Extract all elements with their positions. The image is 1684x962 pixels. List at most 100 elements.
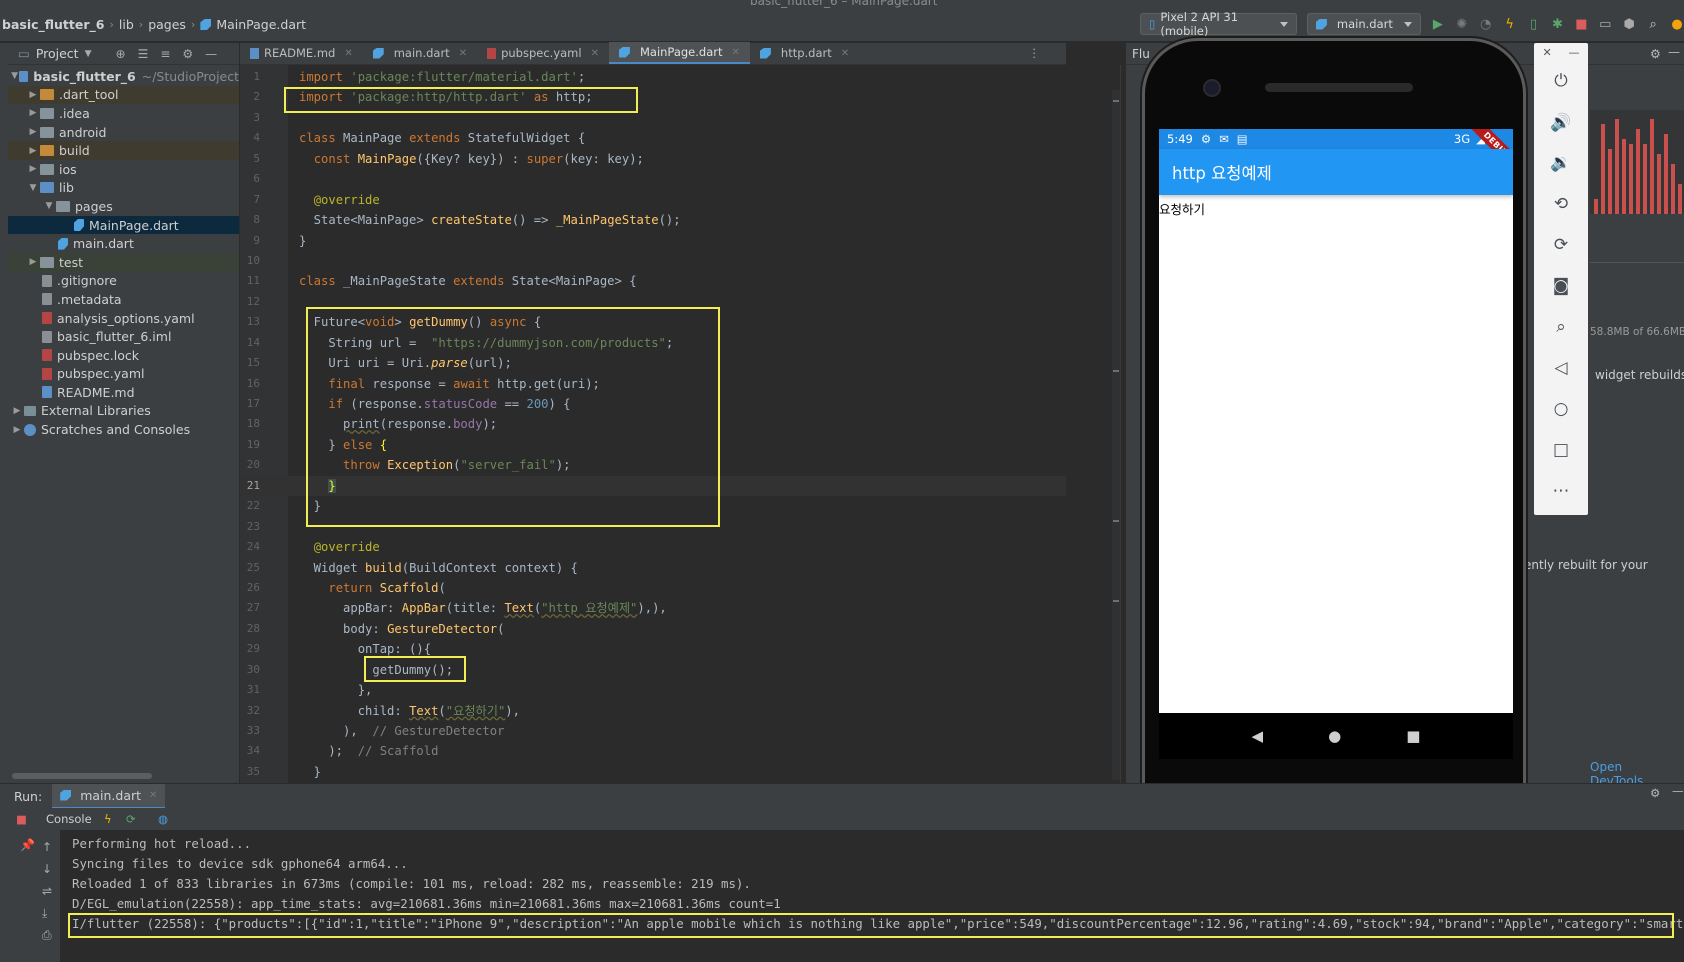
breadcrumb-project[interactable]: basic_flutter_6 — [2, 17, 104, 32]
console-output[interactable]: Performing hot reload... Syncing files t… — [60, 830, 1684, 962]
tree-item-iml[interactable]: basic_flutter_6.iml — [8, 327, 239, 346]
minimize-icon[interactable]: — — [1668, 45, 1680, 59]
code-lines[interactable]: 1 import 'package:flutter/material.dart';… — [240, 67, 1066, 782]
gear-icon[interactable]: ⚙ — [1650, 786, 1660, 800]
tree-item-main-dart[interactable]: main.dart — [8, 234, 239, 253]
chevron-right-icon[interactable]: ▶ — [10, 406, 24, 416]
request-button-text[interactable]: 요청하기 — [1159, 199, 1205, 218]
more-icon[interactable]: ⋯ — [1549, 479, 1573, 503]
zoom-icon[interactable]: ⌕ — [1549, 315, 1573, 339]
gear-icon[interactable]: ⚙ — [182, 47, 193, 61]
tree-item-pubspec-yaml[interactable]: pubspec.yaml — [8, 365, 239, 384]
home-icon[interactable]: ○ — [1549, 397, 1573, 421]
breadcrumb-lib[interactable]: lib — [119, 17, 134, 32]
camera-icon[interactable]: ◙ — [1549, 274, 1573, 298]
update-icon[interactable]: ● — [1670, 16, 1684, 32]
tree-item-idea[interactable]: ▶ .idea — [8, 104, 239, 123]
scroll-to-end-icon[interactable]: ⤓ — [42, 906, 47, 921]
chevron-right-icon[interactable]: ▶ — [26, 108, 40, 118]
tree-item-metadata[interactable]: .metadata — [8, 290, 239, 309]
nav-recents-icon[interactable]: ■ — [1406, 727, 1420, 745]
console-tab[interactable]: Console — [46, 812, 92, 826]
gear-icon[interactable]: ⚙ — [1650, 47, 1661, 61]
close-icon[interactable]: ✕ — [732, 47, 740, 58]
tree-item-ios[interactable]: ▶ ios — [8, 160, 239, 179]
tree-item-scratches[interactable]: ▶ Scratches and Consoles — [8, 420, 239, 439]
chevron-down-icon[interactable]: ▼ — [42, 201, 56, 211]
tree-item-mainpage-dart[interactable]: MainPage.dart — [8, 215, 239, 235]
attach-debugger-icon[interactable]: ✱ — [1551, 16, 1565, 32]
run-icon[interactable]: ▶ — [1431, 16, 1445, 32]
nav-back-icon[interactable]: ◀ — [1252, 727, 1264, 745]
breadcrumb-file[interactable]: MainPage.dart — [216, 17, 306, 32]
hot-reload-icon[interactable]: ϟ — [1503, 16, 1517, 32]
project-panel-scrollbar[interactable] — [12, 773, 152, 779]
close-icon[interactable]: ✕ — [344, 48, 352, 59]
tree-item-test[interactable]: ▶ test — [8, 252, 239, 272]
locate-icon[interactable]: ⊕ — [116, 47, 126, 61]
debug-icon[interactable]: ✺ — [1455, 16, 1469, 32]
chevron-down-icon[interactable]: ▼ — [10, 71, 19, 81]
close-icon[interactable]: ✕ — [1542, 46, 1551, 59]
project-view-selector[interactable]: Project — [36, 46, 79, 61]
tree-item-android[interactable]: ▶ android — [8, 123, 239, 142]
chevron-right-icon[interactable]: ▶ — [26, 127, 40, 137]
device-manager-icon[interactable]: ▭ — [1598, 16, 1612, 32]
close-icon[interactable]: ✕ — [459, 48, 467, 59]
tree-item-external-libraries[interactable]: ▶ External Libraries — [8, 402, 239, 421]
hot-restart-icon[interactable]: ⟳ — [126, 812, 136, 826]
back-icon[interactable]: ◁ — [1549, 356, 1573, 380]
phone-screen[interactable]: 5:49 ⚙ ✉ ▤ 3G ◢ DEBUG http 요청예제 요청하기 — [1159, 129, 1513, 713]
arrow-down-icon[interactable]: ↓ — [42, 862, 52, 876]
tree-item-lib[interactable]: ▼ lib — [8, 179, 239, 198]
run-config-selector[interactable]: main.dart — [1306, 13, 1421, 35]
run-tab-main-dart[interactable]: main.dart ✕ — [52, 783, 166, 809]
volume-down-icon[interactable]: 🔉 — [1549, 151, 1573, 175]
chevron-right-icon[interactable]: ▶ — [26, 146, 40, 156]
rotate-right-icon[interactable]: ⟳ — [1549, 233, 1573, 257]
tree-item-readme[interactable]: README.md — [8, 383, 239, 402]
chevron-right-icon[interactable]: ▶ — [26, 164, 40, 174]
power-icon[interactable]: ⏻ — [1549, 69, 1573, 93]
minimize-icon[interactable]: — — [205, 47, 217, 61]
print-icon[interactable]: ⎙ — [42, 928, 52, 943]
chevron-right-icon[interactable]: ▶ — [10, 425, 24, 435]
editor-scrollbar[interactable] — [1112, 90, 1120, 780]
tree-item-build[interactable]: ▶ build — [8, 141, 239, 160]
breadcrumb-pages[interactable]: pages — [148, 17, 186, 32]
profile-icon[interactable]: ◔ — [1479, 16, 1493, 32]
tree-item-root[interactable]: ▼ basic_flutter_6 ~/StudioProject — [8, 67, 239, 86]
collapse-all-icon[interactable]: ≡ — [160, 47, 170, 61]
minimize-icon[interactable]: — — [1672, 784, 1684, 798]
overview-icon[interactable]: □ — [1549, 438, 1573, 462]
more-options-icon[interactable]: ⋮ — [1029, 46, 1041, 60]
nav-home-icon[interactable]: ● — [1328, 727, 1341, 745]
pin-icon[interactable]: 📌 — [20, 838, 35, 852]
close-icon[interactable]: ✕ — [591, 48, 599, 59]
arrow-up-icon[interactable]: ↑ — [42, 840, 52, 854]
tab-pubspec[interactable]: pubspec.yaml ✕ — [477, 42, 609, 64]
tab-http-dart[interactable]: http.dart ✕ — [750, 42, 859, 64]
tree-item-dart-tool[interactable]: ▶ .dart_tool — [8, 85, 239, 105]
expand-all-icon[interactable]: ☰ — [138, 47, 149, 61]
sdk-manager-icon[interactable]: ⬢ — [1622, 16, 1636, 32]
tree-item-pages[interactable]: ▼ pages — [8, 197, 239, 216]
tab-main-dart[interactable]: main.dart ✕ — [363, 42, 477, 64]
device-selector[interactable]: ▯ Pixel 2 API 31 (mobile) — [1140, 10, 1297, 38]
rotate-left-icon[interactable]: ⟲ — [1549, 192, 1573, 216]
device-file-icon[interactable]: ▯ — [1527, 16, 1541, 32]
chevron-down-icon[interactable]: ▼ — [85, 49, 92, 59]
stop-icon[interactable]: ■ — [1574, 16, 1588, 32]
tab-readme[interactable]: README.md ✕ — [240, 42, 363, 64]
tree-item-pubspec-lock[interactable]: pubspec.lock — [8, 346, 239, 365]
volume-up-icon[interactable]: 🔊 — [1549, 111, 1573, 135]
chevron-down-icon[interactable]: ▼ — [26, 183, 40, 193]
close-icon[interactable]: ✕ — [149, 790, 157, 801]
hot-reload-icon[interactable]: ϟ — [104, 812, 112, 826]
close-icon[interactable]: ✕ — [841, 48, 849, 59]
chevron-right-icon[interactable]: ▶ — [26, 90, 40, 100]
tree-item-analysis-options[interactable]: analysis_options.yaml — [8, 309, 239, 328]
stop-icon[interactable]: ■ — [16, 812, 27, 826]
tab-mainpage-dart[interactable]: MainPage.dart ✕ — [608, 42, 750, 64]
minimize-icon[interactable]: — — [1569, 46, 1580, 59]
